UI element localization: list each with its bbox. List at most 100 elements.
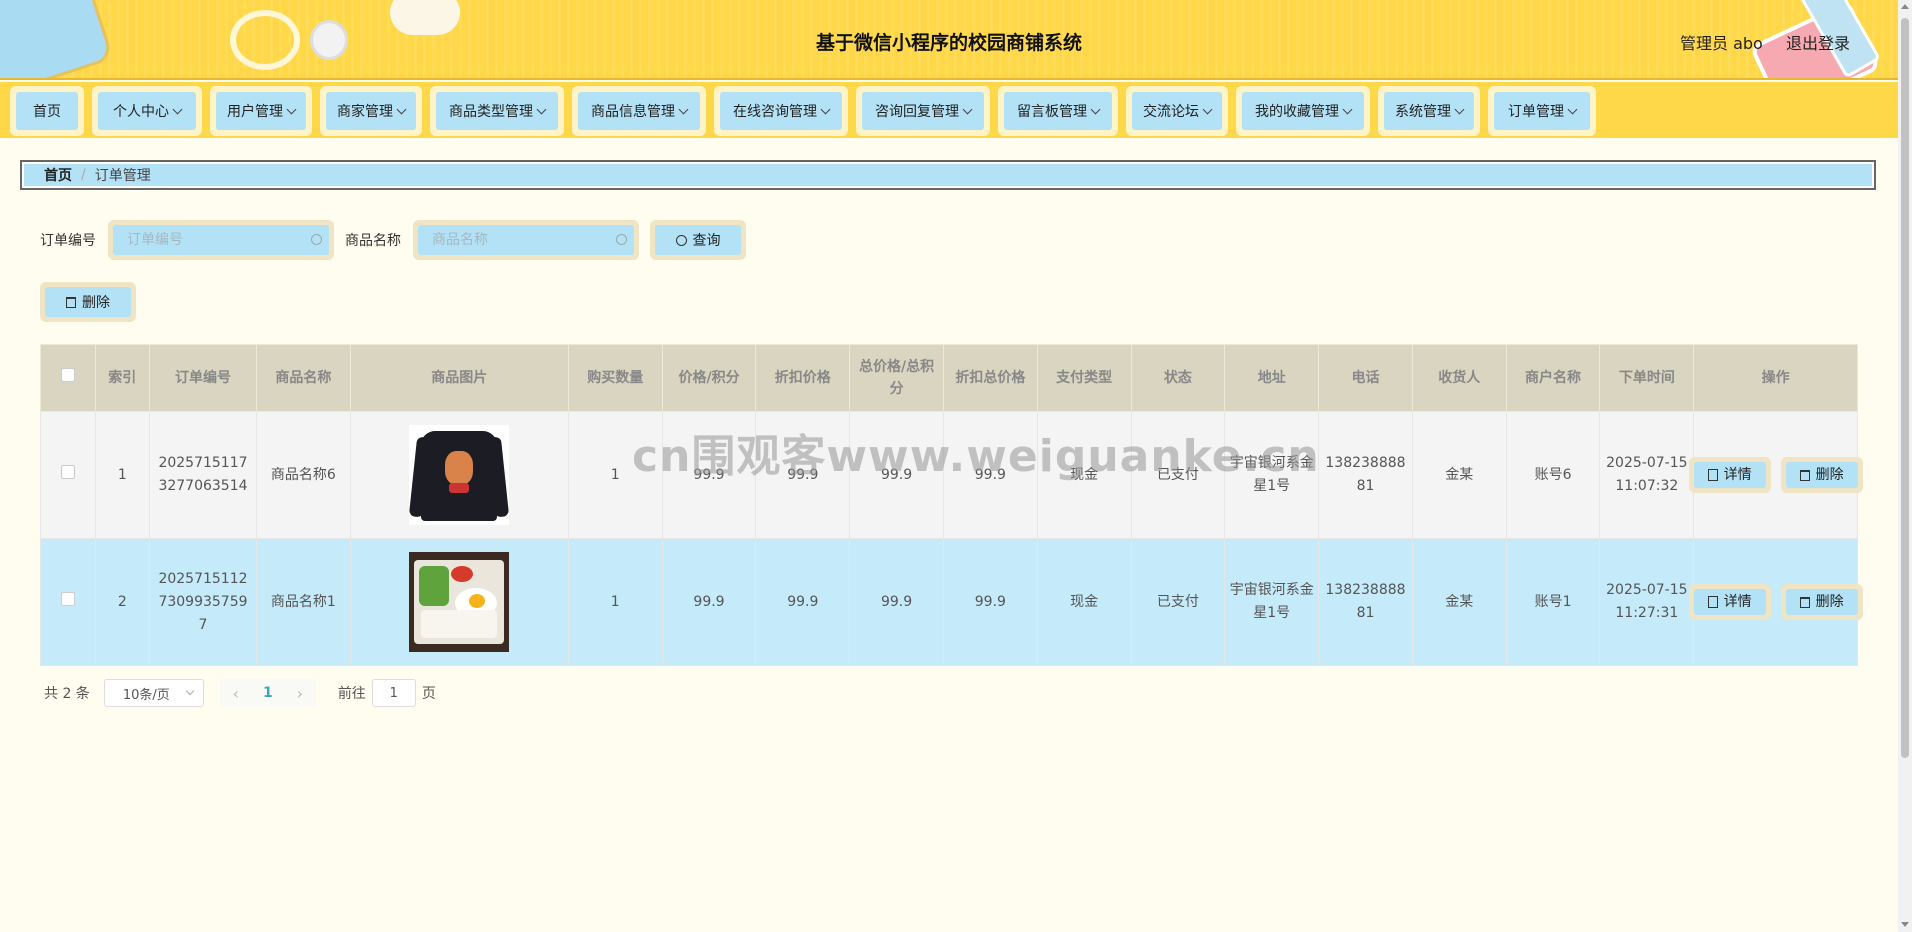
- nav-item-inner: 商品类型管理: [436, 92, 558, 130]
- table-row[interactable]: 2 202571511273099357597 商品名称1 1 99.9 99.9 99.9…: [40, 538, 1863, 666]
- select-all-checkbox[interactable]: [60, 368, 75, 382]
- page-size-select[interactable]: 10条/页: [103, 679, 204, 707]
- cell-product-image: [349, 538, 569, 666]
- goto-page-input[interactable]: [371, 679, 416, 707]
- nav-item-12[interactable]: 订单管理: [1488, 86, 1596, 136]
- nav-item-3[interactable]: 商家管理: [320, 86, 422, 136]
- nav-item-1[interactable]: 个人中心: [92, 86, 202, 136]
- nav-item-5[interactable]: 商品信息管理: [572, 86, 706, 136]
- breadcrumb-separator: /: [81, 167, 86, 183]
- header-select-all: [40, 344, 96, 412]
- delete-button[interactable]: 删除: [1780, 457, 1863, 493]
- vertical-scrollbar[interactable]: [1898, 0, 1912, 932]
- page-suffix: 页: [421, 686, 436, 702]
- cell-merchant: 账号1: [1505, 538, 1601, 666]
- nav-item-label: 咨询回复管理: [875, 104, 959, 120]
- header-receiver: 收货人: [1411, 344, 1507, 412]
- cell-total-price-points: 99.9: [849, 411, 944, 539]
- nav-item-label: 交流论坛: [1143, 104, 1199, 120]
- chevron-down-icon: [1090, 104, 1101, 114]
- cell-discount-total: 99.9: [942, 538, 1038, 666]
- scroll-up-icon[interactable]: [1901, 4, 1909, 9]
- product-name-search-box: [413, 220, 639, 260]
- order-no-search-box: [108, 220, 334, 260]
- trash-icon: [66, 296, 76, 308]
- page-number-current[interactable]: 1: [252, 685, 284, 701]
- chevron-down-icon: [536, 104, 547, 114]
- detail-button-label: 详情: [1723, 593, 1752, 610]
- header-order-time: 下单时间: [1599, 344, 1695, 412]
- nav-item-label: 我的收藏管理: [1255, 104, 1339, 120]
- breadcrumb-home[interactable]: 首页: [44, 165, 72, 185]
- nav-item-4[interactable]: 商品类型管理: [430, 86, 564, 136]
- product-name-input[interactable]: [418, 225, 634, 255]
- prev-page-button[interactable]: ‹: [220, 684, 252, 703]
- cell-order-time: 2025-07-15 11:27:31: [1599, 538, 1695, 666]
- image-part: [421, 610, 498, 638]
- cell-actions: 详情 删除: [1688, 411, 1863, 539]
- table-header-row: 索引 订单编号 商品名称 商品图片 购买数量 价格/积分 折扣价格 总价格/总积…: [40, 344, 1858, 412]
- search-icon: [616, 234, 627, 245]
- detail-button[interactable]: 详情: [1688, 457, 1771, 493]
- goto-label: 前往: [337, 686, 366, 702]
- cell-product-name: 商品名称1: [255, 538, 351, 666]
- scroll-thumb[interactable]: [1901, 18, 1909, 758]
- nav-item-2[interactable]: 用户管理: [210, 86, 312, 136]
- detail-button-inner: 详情: [1693, 589, 1766, 615]
- search-icon: [311, 234, 322, 245]
- delete-button-inner: 删除: [1785, 462, 1858, 488]
- header-address: 地址: [1224, 344, 1320, 412]
- nav-item-label: 用户管理: [227, 104, 283, 120]
- nav-item-0[interactable]: 首页: [10, 86, 84, 136]
- nav-item-8[interactable]: 留言板管理: [998, 86, 1118, 136]
- cell-product-image: [349, 411, 569, 539]
- nav-item-10[interactable]: 我的收藏管理: [1236, 86, 1370, 136]
- table-row[interactable]: 1 20257151173277063514 商品名称6 1 99.9 99.9 99.9 9…: [40, 411, 1863, 539]
- image-part: [419, 566, 450, 606]
- nav-item-9[interactable]: 交流论坛: [1126, 86, 1228, 136]
- cell-status: 已支付: [1130, 538, 1226, 666]
- product-image[interactable]: [409, 425, 510, 525]
- nav-item-7[interactable]: 咨询回复管理: [856, 86, 990, 136]
- cell-select: [40, 411, 96, 539]
- batch-delete-button[interactable]: 删除: [40, 282, 136, 322]
- chevron-down-icon: [820, 104, 831, 114]
- scroll-down-icon[interactable]: [1901, 922, 1909, 927]
- chevron-down-icon: [396, 104, 407, 114]
- cell-phone: 13823888881: [1318, 411, 1413, 539]
- header-quantity: 购买数量: [567, 344, 663, 412]
- chevron-down-icon: [185, 686, 195, 696]
- search-icon: [675, 234, 687, 246]
- chevron-down-icon: [1342, 104, 1353, 114]
- order-no-input[interactable]: [113, 225, 329, 255]
- header-index: 索引: [94, 344, 151, 412]
- cell-receiver: 金某: [1411, 538, 1507, 666]
- delete-button[interactable]: 删除: [1780, 584, 1863, 620]
- chevron-down-icon: [1202, 104, 1213, 114]
- document-icon: [1707, 469, 1718, 481]
- cell-select: [40, 538, 96, 666]
- product-image[interactable]: [409, 552, 510, 652]
- nav-item-inner: 咨询回复管理: [862, 92, 984, 130]
- cell-order-time: 2025-07-15 11:07:32: [1599, 411, 1695, 539]
- header: 基于微信小程序的校园商铺系统 管理员 abo 退出登录: [0, 0, 1898, 80]
- cell-order-no: 202571511273099357597: [149, 538, 257, 666]
- nav-item-11[interactable]: 系统管理: [1378, 86, 1480, 136]
- cell-discount-price: 99.9: [755, 538, 851, 666]
- row-checkbox[interactable]: [60, 591, 75, 606]
- next-page-button[interactable]: ›: [284, 684, 316, 703]
- cell-quantity: 1: [567, 538, 663, 666]
- nav-item-inner: 交流论坛: [1132, 92, 1222, 130]
- header-product-name: 商品名称: [255, 344, 351, 412]
- header-phone: 电话: [1318, 344, 1413, 412]
- chevron-down-icon: [1567, 104, 1578, 114]
- row-checkbox[interactable]: [60, 464, 75, 479]
- nav-item-label: 商品信息管理: [591, 104, 675, 120]
- nav-item-inner: 商品信息管理: [578, 92, 700, 130]
- breadcrumb-current: 订单管理: [94, 168, 151, 184]
- detail-button[interactable]: 详情: [1688, 584, 1771, 620]
- nav-bar: 首页 个人中心 用户管理 商家管理 商品类型管理 商品信息管理 在线咨询管理 咨询回复管理 留言…: [0, 82, 1898, 138]
- query-button[interactable]: 查询: [650, 220, 746, 260]
- logout-button[interactable]: 退出登录: [1786, 30, 1850, 54]
- nav-item-6[interactable]: 在线咨询管理: [714, 86, 848, 136]
